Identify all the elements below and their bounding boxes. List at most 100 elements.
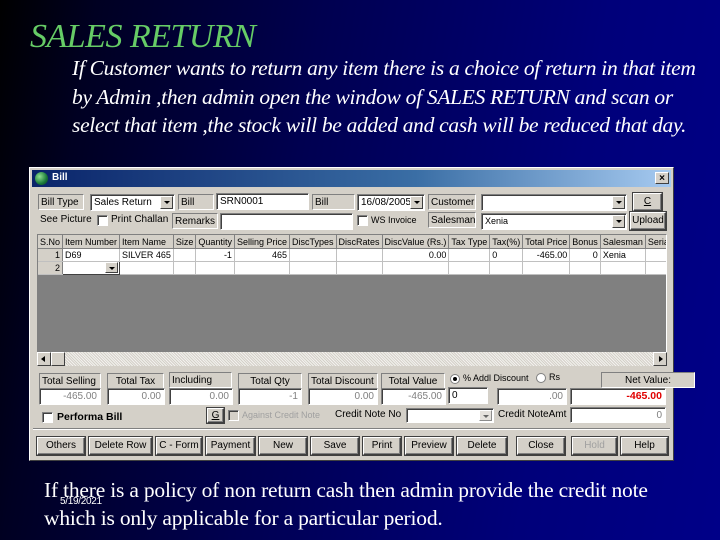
remarks-input[interactable] (220, 213, 353, 230)
table-cell[interactable]: -1 (195, 248, 235, 262)
table-cell[interactable] (289, 248, 337, 262)
slide-footer-text: If there is a policy of non return cash … (44, 478, 648, 530)
against-credit-note-checkbox[interactable] (228, 410, 239, 421)
column-header[interactable]: Total Price (522, 235, 571, 249)
bill-window: Bill × Bill Type Sales Return Bill No. S… (29, 167, 695, 461)
column-header[interactable]: Item Number (62, 235, 121, 249)
hold-button[interactable]: Hold (572, 437, 617, 455)
divider (33, 428, 670, 430)
column-header[interactable]: Tax Type (448, 235, 491, 249)
table-cell[interactable]: D69 (62, 248, 121, 262)
column-header[interactable]: Selling Price (234, 235, 290, 249)
table-cell[interactable] (173, 261, 197, 275)
table-cell[interactable] (489, 261, 524, 275)
chevron-down-icon[interactable] (160, 196, 173, 209)
g-button[interactable]: G (207, 408, 224, 423)
customer-select[interactable] (481, 194, 627, 211)
ws-invoice-checkbox[interactable] (357, 215, 368, 226)
new-button[interactable]: New (259, 437, 307, 455)
table-cell[interactable] (522, 261, 571, 275)
close-window-button[interactable]: × (655, 172, 669, 184)
column-header[interactable]: DiscTypes (289, 235, 337, 249)
ws-invoice-label: WS Invoice (371, 215, 417, 225)
table-cell[interactable]: -465.00 (522, 248, 571, 262)
chevron-down-icon[interactable] (105, 262, 119, 273)
addl-discount-input[interactable]: 0 (448, 387, 488, 404)
table-cell[interactable] (173, 248, 197, 262)
addl-discount-pct-radio[interactable] (450, 374, 460, 384)
performa-bill-checkbox[interactable] (42, 412, 53, 423)
horizontal-scrollbar[interactable] (37, 352, 667, 366)
delete-button[interactable]: Delete (457, 437, 507, 455)
table-cell[interactable]: 0 (569, 248, 601, 262)
table-cell[interactable]: 0.00 (382, 248, 450, 262)
bill-no-input[interactable]: SRN0001 (216, 193, 309, 210)
addl-discount-rs-radio[interactable] (536, 373, 546, 383)
credit-note-no-select[interactable] (406, 408, 494, 423)
window-title: Bill (52, 172, 68, 183)
item-number-dropdown[interactable] (62, 261, 121, 275)
payment-button[interactable]: Payment (206, 437, 255, 455)
salesman-value: Xenia (485, 216, 509, 226)
table-cell[interactable]: SILVER 465 (119, 248, 174, 262)
bill-date-picker[interactable]: 16/08/2005 (357, 194, 425, 211)
table-cell[interactable] (289, 261, 337, 275)
scrollbar-thumb[interactable] (51, 352, 65, 366)
column-header[interactable]: S.No (38, 235, 64, 249)
items-grid[interactable]: S.No Item Number Item Name Size Quantity Sell… (37, 234, 667, 366)
others-button[interactable]: Others (37, 437, 85, 455)
column-header[interactable]: DiscRates (336, 235, 383, 249)
print-button[interactable]: Print (363, 437, 401, 455)
column-header[interactable]: Quantity (195, 235, 235, 249)
table-cell[interactable] (645, 248, 666, 262)
chevron-down-icon[interactable] (479, 410, 492, 421)
net-value-label: Net Value: (601, 372, 695, 388)
chevron-down-icon[interactable] (612, 215, 625, 228)
window-titlebar[interactable]: Bill × (32, 170, 671, 187)
column-header[interactable]: DiscValue (Rs.) (382, 235, 450, 249)
table-cell[interactable] (569, 261, 601, 275)
table-cell[interactable] (336, 261, 383, 275)
close-button[interactable]: Close (517, 437, 565, 455)
table-cell[interactable] (645, 261, 666, 275)
delete-row-button[interactable]: Delete Row (89, 437, 152, 455)
c-button[interactable]: C (633, 193, 662, 211)
column-header[interactable]: Salesman (600, 235, 646, 249)
column-header[interactable]: Tax(%) (489, 235, 524, 249)
print-challan-checkbox[interactable] (97, 215, 108, 226)
see-picture-label[interactable]: See Picture (40, 213, 92, 227)
bill-type-label: Bill Type (38, 194, 84, 210)
table-row[interactable]: 1 D69 SILVER 465 -1 465 0.00 0 -465.00 0 Xenia (38, 248, 666, 262)
scroll-left-arrow-icon[interactable] (37, 352, 51, 366)
preview-button[interactable]: Preview (405, 437, 453, 455)
chevron-down-icon[interactable] (410, 196, 423, 209)
table-cell[interactable] (119, 261, 174, 275)
table-cell[interactable]: 0 (489, 248, 524, 262)
chevron-down-icon[interactable] (612, 196, 625, 209)
total-selling-label: Total Selling (39, 373, 101, 389)
column-header[interactable]: Size (173, 235, 197, 249)
table-cell[interactable]: 465 (234, 248, 290, 262)
bill-date-label: Bill Date (312, 194, 355, 223)
help-button[interactable]: Help (621, 437, 668, 455)
column-header[interactable]: Bonus (569, 235, 601, 249)
upload-button[interactable]: Upload (630, 212, 666, 230)
table-cell[interactable] (382, 261, 450, 275)
table-row[interactable]: 2 (38, 261, 666, 275)
c-form-button[interactable]: C - Form (156, 437, 202, 455)
bill-type-select[interactable]: Sales Return (90, 194, 175, 211)
scroll-right-arrow-icon[interactable] (653, 352, 667, 366)
column-header[interactable]: Item Name (119, 235, 174, 249)
column-header[interactable]: Serial No (645, 235, 666, 249)
save-button[interactable]: Save (311, 437, 359, 455)
table-cell[interactable] (336, 248, 383, 262)
table-cell[interactable] (600, 261, 646, 275)
table-cell[interactable] (448, 261, 491, 275)
print-challan-label: Print Challan (111, 214, 169, 225)
table-cell[interactable] (195, 261, 235, 275)
credit-note-no-label: Credit Note No (335, 409, 402, 420)
table-cell[interactable]: Xenia (600, 248, 646, 262)
table-cell[interactable] (448, 248, 491, 262)
salesman-select[interactable]: Xenia (481, 213, 627, 230)
table-cell[interactable] (234, 261, 290, 275)
